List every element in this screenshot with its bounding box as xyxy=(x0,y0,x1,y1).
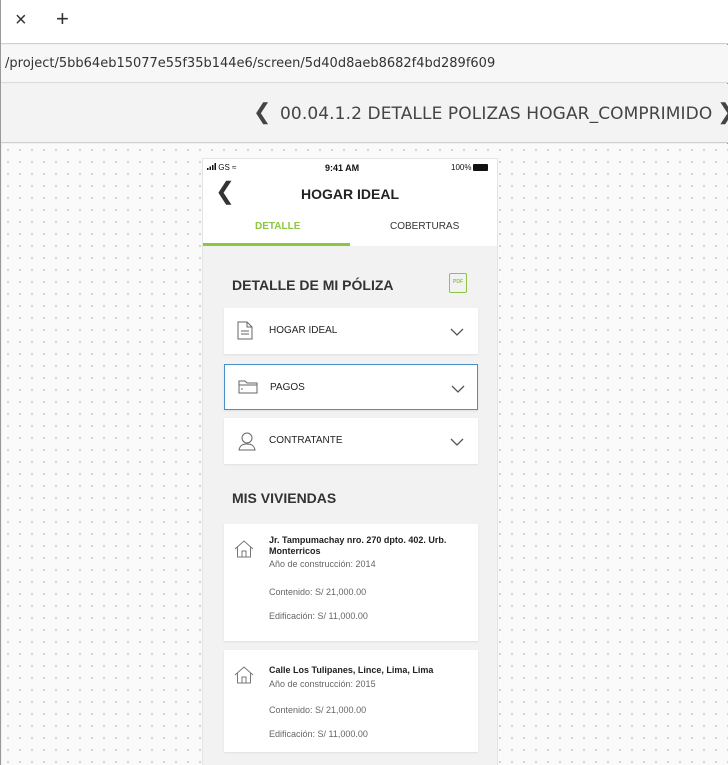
section-title-viviendas: MIS VIVIENDAS xyxy=(232,490,337,506)
browser-frame: × + /project/5bb64eb15077e55f35b144e6/sc… xyxy=(0,0,728,765)
signal-status: GS ≈ xyxy=(207,163,236,172)
home-address: Calle Los Tulipanes, Lince, Lima, Lima xyxy=(269,665,434,675)
wifi-icon: ≈ xyxy=(232,163,237,172)
wallet-icon xyxy=(238,378,258,399)
home-address: Jr. Tampumachay nro. 270 dpto. 402. Urb.… xyxy=(269,535,447,556)
tab-bar: × + xyxy=(1,0,728,44)
section-title-detalle: DETALLE DE MI PÓLIZA xyxy=(232,277,394,293)
screen-toolbar: ❮ 00.04.1.2 DETALLE POLIZAS HOGAR_COMPRI… xyxy=(1,84,728,143)
next-screen-icon[interactable]: ❯ xyxy=(717,101,728,123)
new-tab-icon[interactable]: + xyxy=(56,8,69,30)
home-edificacion: Edificación: S/ 11,000.00 xyxy=(269,729,368,739)
phone-header: GS ≈ 9:41 AM 100% ❮ HOGAR IDEAL DETALLE … xyxy=(203,159,497,246)
phone-mockup: GS ≈ 9:41 AM 100% ❮ HOGAR IDEAL DETALLE … xyxy=(203,159,497,765)
page-title: HOGAR IDEAL xyxy=(301,186,399,202)
house-icon xyxy=(234,665,254,690)
tab-coberturas[interactable]: COBERTURAS xyxy=(390,221,459,232)
house-icon xyxy=(234,539,254,564)
home-contenido: Contenido: S/ 21,000.00 xyxy=(269,587,367,597)
address-bar[interactable]: /project/5bb64eb15077e55f35b144e6/screen… xyxy=(1,45,728,83)
accordion-pagos[interactable]: PAGOS xyxy=(224,364,478,410)
home-card[interactable]: Jr. Tampumachay nro. 270 dpto. 402. Urb.… xyxy=(224,524,478,641)
status-time: 9:41 AM xyxy=(325,163,360,173)
home-year: Año de construcción: 2015 xyxy=(269,679,376,689)
document-icon xyxy=(237,321,253,345)
home-year: Año de construcción: 2014 xyxy=(269,559,376,569)
close-tab-icon[interactable]: × xyxy=(15,10,27,30)
user-icon xyxy=(237,431,257,456)
tab-detalle[interactable]: DETALLE xyxy=(255,221,300,232)
chevron-down-icon xyxy=(450,324,464,342)
accordion-contratante[interactable]: CONTRATANTE xyxy=(224,418,478,464)
home-card[interactable]: Calle Los Tulipanes, Lince, Lima, Lima A… xyxy=(224,650,478,752)
pdf-download-icon[interactable]: PDF xyxy=(449,273,467,293)
previous-screen-icon[interactable]: ❮ xyxy=(253,101,271,123)
screen-title: 00.04.1.2 DETALLE POLIZAS HOGAR_COMPRIMI… xyxy=(280,104,713,124)
signal-icon xyxy=(207,163,216,170)
accordion-label: CONTRATANTE xyxy=(269,435,343,446)
battery-status: 100% xyxy=(451,163,489,172)
carrier-label: GS xyxy=(218,163,230,172)
home-contenido: Contenido: S/ 21,000.00 xyxy=(269,705,367,715)
url-text[interactable]: /project/5bb64eb15077e55f35b144e6/screen… xyxy=(5,56,495,71)
chevron-down-icon xyxy=(451,381,465,399)
home-edificacion: Edificación: S/ 11,000.00 xyxy=(269,611,368,621)
active-tab-indicator xyxy=(203,243,350,246)
accordion-hogar-ideal[interactable]: HOGAR IDEAL xyxy=(224,308,478,354)
accordion-label: PAGOS xyxy=(270,382,305,393)
battery-icon xyxy=(473,164,489,172)
battery-label: 100% xyxy=(451,163,472,172)
accordion-label: HOGAR IDEAL xyxy=(269,325,338,336)
chevron-down-icon xyxy=(450,434,464,452)
